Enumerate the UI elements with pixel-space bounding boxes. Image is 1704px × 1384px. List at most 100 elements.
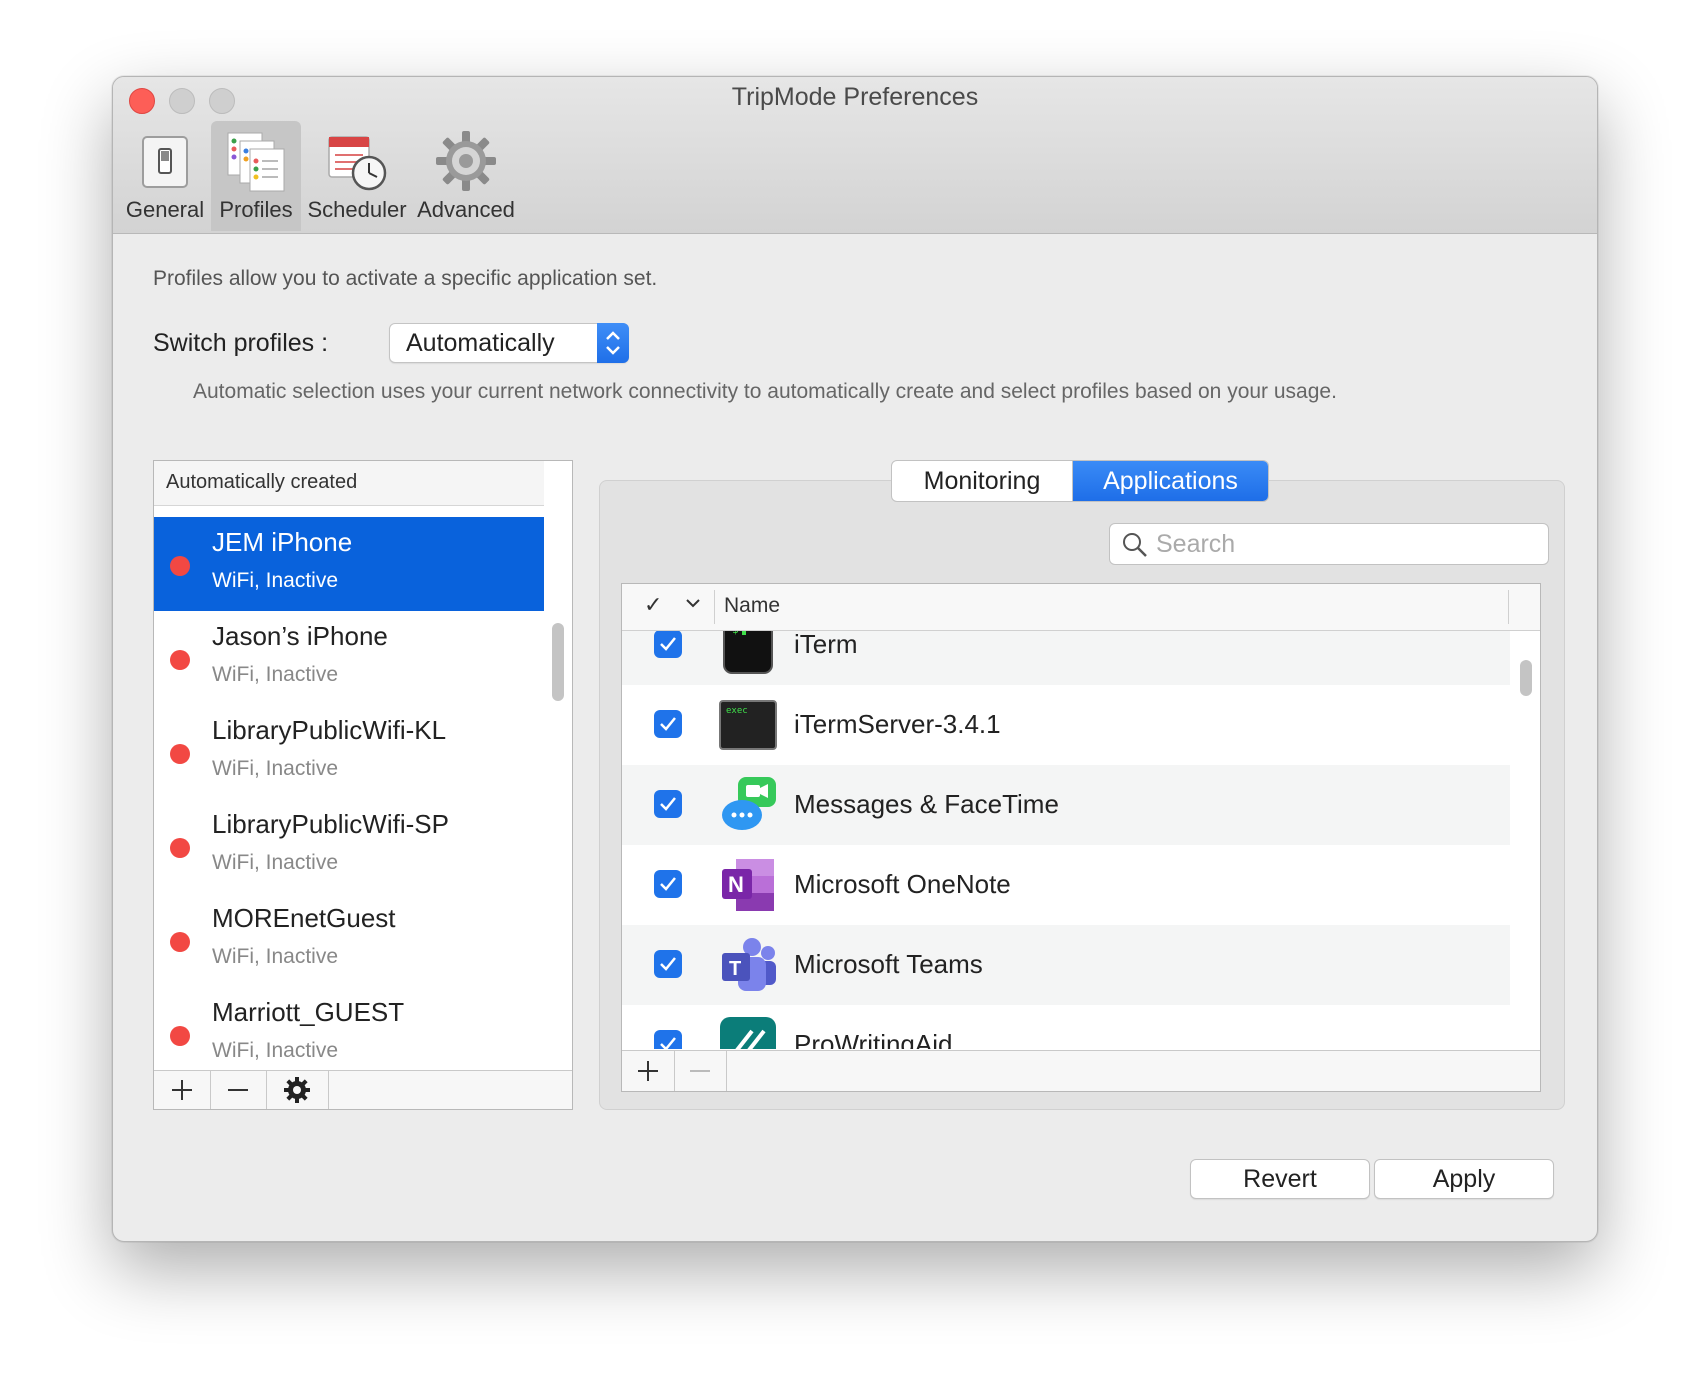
- minus-icon: [228, 1089, 248, 1091]
- toolbar-scheduler-label: Scheduler: [307, 197, 407, 222]
- switch-profiles-popup[interactable]: Automatically: [389, 323, 629, 363]
- status-dot-icon: [170, 838, 190, 858]
- switch-profiles-label: Switch profiles :: [153, 329, 329, 357]
- prowritingaid-icon: [720, 1017, 776, 1049]
- profile-list-header-label: Automatically created: [166, 471, 358, 493]
- app-checkbox[interactable]: [654, 950, 682, 978]
- popup-arrows-icon: [597, 323, 629, 363]
- tab-applications[interactable]: Applications: [1073, 461, 1268, 501]
- profile-status: WiFi, Inactive: [212, 945, 339, 968]
- profile-name: MOREnetGuest: [212, 903, 396, 933]
- iterm-icon: $: [723, 631, 773, 674]
- remove-profile-button[interactable]: [210, 1071, 267, 1109]
- profile-item[interactable]: MOREnetGuest WiFi, Inactive: [154, 893, 544, 987]
- teams-icon: T: [722, 938, 776, 991]
- checkmark-icon: [660, 957, 676, 971]
- table-scrollbar[interactable]: [1520, 660, 1532, 696]
- chevron-down-icon[interactable]: [684, 594, 702, 612]
- profile-list-scrollbar[interactable]: [552, 623, 564, 701]
- apply-button[interactable]: Apply: [1374, 1159, 1554, 1199]
- profile-list-header: Automatically created: [154, 461, 544, 506]
- toolbar-general[interactable]: General: [121, 121, 209, 231]
- app-checkbox[interactable]: [654, 710, 682, 738]
- profile-status: WiFi, Inactive: [212, 663, 339, 686]
- app-checkbox[interactable]: [654, 1030, 682, 1049]
- revert-button[interactable]: Revert: [1190, 1159, 1370, 1199]
- toolbar-profiles-label: Profiles: [219, 197, 293, 222]
- profile-list: JEM iPhone WiFi, Inactive Jason’s iPhone…: [154, 517, 544, 1077]
- automatic-selection-description: Automatic selection uses your current ne…: [193, 380, 1337, 403]
- name-column-header[interactable]: Name: [724, 594, 780, 618]
- tab-selector: Monitoring Applications: [891, 460, 1269, 502]
- app-name: iTermServer-3.4.1: [794, 709, 1001, 739]
- checkmark-icon: [660, 717, 676, 731]
- gear-icon: [436, 131, 496, 191]
- app-checkbox[interactable]: [654, 790, 682, 818]
- table-row[interactable]: $ iTerm: [622, 631, 1510, 685]
- minus-icon: [690, 1070, 710, 1072]
- profiles-intro: Profiles allow you to activate a specifi…: [153, 267, 658, 290]
- svg-text:exec: exec: [726, 706, 748, 716]
- svg-text:$: $: [732, 631, 739, 636]
- switch-icon: [142, 136, 188, 188]
- toolbar-advanced-label: Advanced: [417, 197, 515, 222]
- status-dot-icon: [170, 744, 190, 764]
- app-name: ProWritingAid: [794, 1029, 953, 1049]
- profile-name: LibraryPublicWifi-KL: [212, 715, 447, 745]
- profile-status: WiFi, Inactive: [212, 1039, 339, 1062]
- table-row[interactable]: T Microsoft Teams: [622, 925, 1510, 1005]
- status-dot-icon: [170, 650, 190, 670]
- checked-column-header[interactable]: ✓: [644, 592, 662, 618]
- calendar-clock-icon: [328, 136, 387, 191]
- profile-item[interactable]: LibraryPublicWifi-KL WiFi, Inactive: [154, 705, 544, 799]
- profile-settings-button[interactable]: [266, 1071, 329, 1109]
- toolbar-general-label: General: [125, 197, 205, 222]
- app-checkbox[interactable]: [654, 631, 682, 658]
- status-dot-icon: [170, 556, 190, 576]
- add-app-button[interactable]: [622, 1051, 675, 1091]
- profile-status: WiFi, Inactive: [212, 757, 339, 780]
- window-title: TripMode Preferences: [731, 83, 979, 111]
- table-row[interactable]: N Microsoft OneNote: [622, 845, 1510, 925]
- add-profile-button[interactable]: [154, 1071, 211, 1109]
- checkmark-icon: [660, 797, 676, 811]
- column-separator: [1508, 590, 1509, 624]
- search-icon: [1123, 533, 1147, 557]
- svg-text:N: N: [728, 872, 744, 897]
- profile-item[interactable]: JEM iPhone WiFi, Inactive: [154, 517, 544, 611]
- table-body: $ iTerm exec iTermServer-3.4.1: [622, 631, 1510, 1049]
- profile-item[interactable]: Marriott_GUEST WiFi, Inactive: [154, 987, 544, 1077]
- table-row[interactable]: exec iTermServer-3.4.1: [622, 685, 1510, 765]
- profile-list-panel: Automatically created JEM iPhone WiFi, I…: [153, 460, 573, 1110]
- onenote-icon: N: [722, 859, 774, 911]
- app-name: iTerm: [794, 631, 858, 659]
- column-separator: [714, 590, 715, 624]
- remove-app-button[interactable]: [674, 1051, 727, 1091]
- preferences-window: TripMode Preferences General Profiles Sc…: [112, 76, 1598, 1242]
- messages-facetime-icon: [722, 777, 776, 830]
- search-field[interactable]: Search: [1109, 523, 1549, 565]
- profile-item[interactable]: LibraryPublicWifi-SP WiFi, Inactive: [154, 799, 544, 893]
- table-header: ✓ Name: [622, 584, 1540, 631]
- profile-name: JEM iPhone: [212, 527, 353, 557]
- tab-monitoring[interactable]: Monitoring: [892, 461, 1073, 501]
- terminal-exec-icon: exec: [719, 700, 777, 750]
- table-footer: [622, 1050, 1540, 1091]
- toolbar-profiles[interactable]: Profiles: [211, 121, 301, 231]
- toolbar-scheduler[interactable]: Scheduler: [305, 121, 409, 231]
- table-row[interactable]: Messages & FaceTime: [622, 765, 1510, 845]
- table-row[interactable]: ProWritingAid: [622, 1005, 1510, 1049]
- search-placeholder: Search: [1156, 530, 1236, 558]
- profile-name: Jason’s iPhone: [212, 621, 388, 651]
- title-bar: TripMode Preferences General Profiles Sc…: [113, 77, 1597, 234]
- profiles-icon: [227, 132, 285, 192]
- app-checkbox[interactable]: [654, 870, 682, 898]
- plus-icon: [172, 1080, 192, 1100]
- profile-name: LibraryPublicWifi-SP: [212, 809, 449, 839]
- toolbar-advanced[interactable]: Advanced: [411, 121, 521, 231]
- profile-name: Marriott_GUEST: [212, 997, 405, 1027]
- profile-status: WiFi, Inactive: [212, 851, 339, 874]
- applications-table: ✓ Name $ iTerm: [621, 583, 1541, 1092]
- profile-item[interactable]: Jason’s iPhone WiFi, Inactive: [154, 611, 544, 705]
- profile-list-footer: [154, 1070, 572, 1109]
